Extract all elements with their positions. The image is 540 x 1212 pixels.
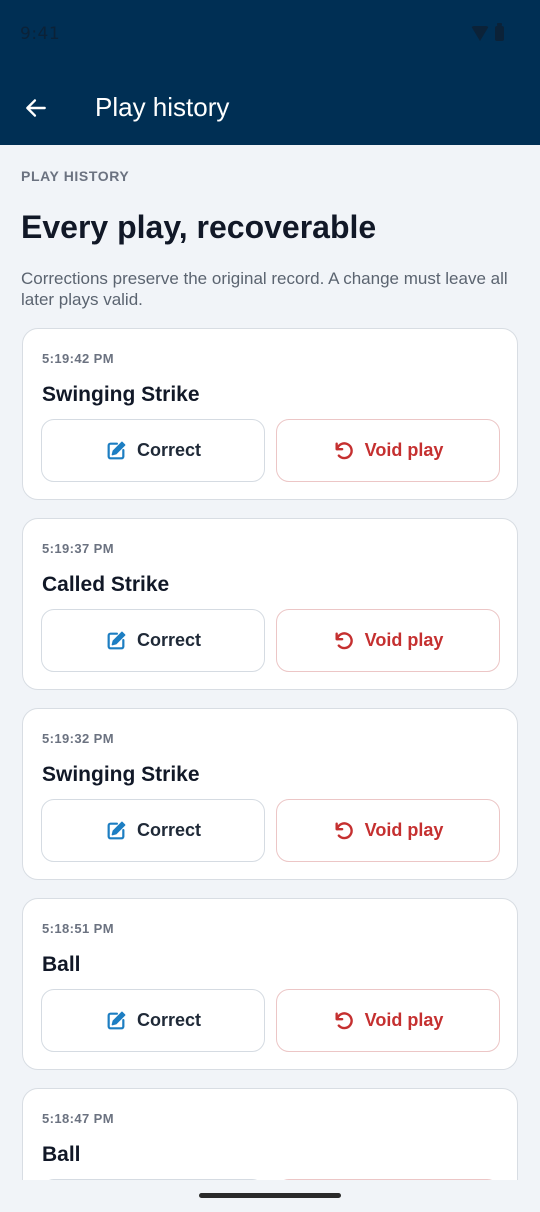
void-play-button[interactable]: Void play [276,989,500,1052]
status-bar: 9:41 [0,0,540,70]
section-overline: PLAY HISTORY [21,168,130,184]
wifi-icon [471,26,489,41]
void-play-button[interactable]: Void play [276,609,500,672]
status-icons [471,23,504,41]
page-title: Play history [95,92,230,122]
void-play-label: Void play [364,820,444,840]
edit-icon [107,631,126,649]
play-time: 5:18:51 PM [42,921,114,936]
back-button[interactable] [18,90,54,126]
void-play-button[interactable]: Void play [276,799,500,862]
play-time: 5:19:42 PM [42,351,114,366]
play-title: Swinging Strike [42,383,200,406]
correct-button[interactable]: Correct [41,989,265,1052]
play-card: 5:18:51 PM Ball Correct Void play [22,898,518,1070]
undo-icon [335,821,353,839]
play-title: Ball [42,953,81,976]
play-card: 5:19:37 PM Called Strike Correct Void pl… [22,518,518,690]
play-card: 5:19:42 PM Swinging Strike Correct Void … [22,328,518,500]
void-play-label: Void play [364,1010,444,1030]
arrow-left-icon [26,99,46,117]
correct-button[interactable]: Correct [41,419,265,482]
play-time: 5:19:32 PM [42,731,114,746]
undo-icon [335,1011,353,1029]
undo-icon [335,441,353,459]
app-bar: Play history [0,70,540,145]
play-title: Swinging Strike [42,763,200,786]
edit-icon [107,1011,126,1029]
play-time: 5:18:47 PM [42,1111,114,1126]
correct-label: Correct [136,820,202,840]
play-card: 5:19:32 PM Swinging Strike Correct Void … [22,708,518,880]
void-play-button[interactable]: Void play [276,419,500,482]
edit-icon [107,821,126,839]
undo-icon [335,631,353,649]
section-description: Corrections preserve the original record… [21,269,508,309]
edit-icon [107,441,126,459]
play-title: Ball [42,1143,81,1166]
void-play-label: Void play [364,440,444,460]
void-play-button[interactable]: Void play [276,1179,500,1180]
play-time: 5:19:37 PM [42,541,114,556]
void-play-label: Void play [364,630,444,650]
play-title: Called Strike [42,573,170,596]
correct-button[interactable]: Correct [41,799,265,862]
correct-button[interactable]: Correct [41,609,265,672]
section-heading: Every play, recoverable [21,209,377,245]
battery-icon [495,23,504,41]
correct-button[interactable]: Correct [41,1179,265,1180]
play-card: 5:18:47 PM Ball Correct Void play [22,1088,518,1180]
correct-label: Correct [136,440,202,460]
home-indicator[interactable] [199,1193,341,1198]
status-time: 9:41 [20,24,61,44]
correct-label: Correct [136,630,202,650]
correct-label: Correct [136,1010,202,1030]
play-history-content[interactable]: PLAY HISTORY Every play, recoverable Cor… [0,145,540,1180]
